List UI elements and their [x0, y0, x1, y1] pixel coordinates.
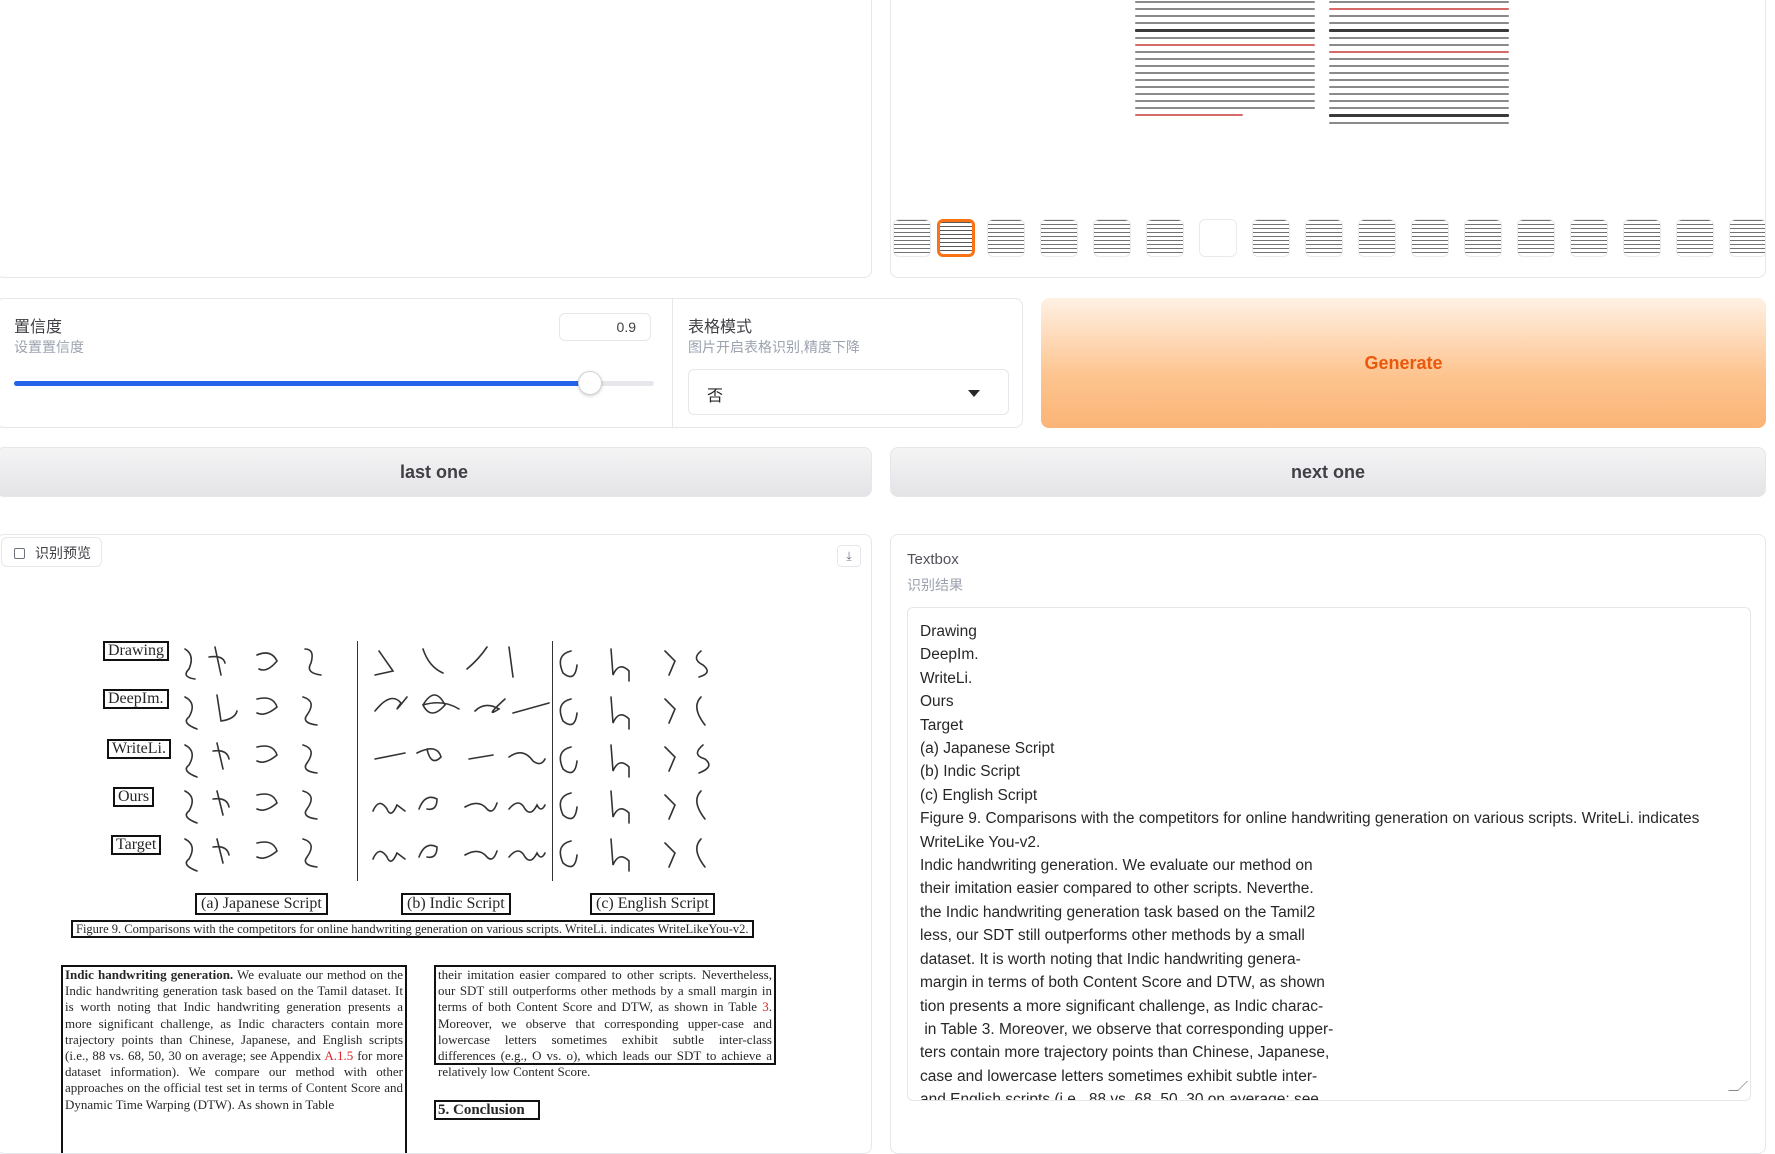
row-label-target: Target [111, 835, 162, 855]
row-label-deepim: DeepIm. [103, 689, 169, 709]
paragraph-reference: A.1.5 [324, 1048, 354, 1064]
preview-tag-label: 识别预览 [35, 545, 91, 561]
next-one-button[interactable]: next one [890, 447, 1766, 497]
image-upload-panel[interactable] [0, 0, 872, 278]
thumbnail[interactable] [1146, 219, 1184, 257]
thumbnail[interactable] [1729, 219, 1765, 257]
confidence-control: 置信度 设置置信度 0.9 [0, 299, 673, 427]
row-label-writeli: WriteLi. [107, 739, 171, 759]
slider-thumb[interactable] [578, 371, 602, 395]
thumbnail[interactable] [1358, 219, 1396, 257]
script-label-japanese: (a) Japanese Script [195, 893, 328, 915]
thumbnail[interactable] [1040, 219, 1078, 257]
left-paragraph: Indic handwriting generation. We evaluat… [61, 965, 407, 1153]
table-mode-dropdown[interactable]: 否 [688, 369, 1009, 415]
textbox-panel: Textbox 识别结果 Drawing DeepIm. WriteLi. Ou… [890, 534, 1766, 1154]
last-one-button[interactable]: last one [0, 447, 872, 497]
download-icon[interactable]: ⤓ [837, 545, 861, 567]
paragraph-title: Indic handwriting generation. [65, 967, 234, 982]
slider-fill [14, 381, 590, 386]
confidence-number-input[interactable]: 0.9 [559, 313, 651, 341]
page-gallery[interactable] [890, 0, 1766, 278]
textbox-label: Textbox [907, 551, 959, 568]
image-icon [14, 548, 25, 559]
figure-caption: Figure 9. Comparisons with the competito… [71, 920, 754, 938]
table-mode-value: 否 [707, 388, 724, 405]
generate-button[interactable]: Generate [1041, 298, 1766, 428]
thumbnail[interactable] [987, 219, 1025, 257]
thumbnail-strip [891, 215, 1765, 263]
textbox-sublabel: 识别结果 [907, 577, 963, 593]
row-label-ours: Ours [113, 787, 155, 807]
preview-tag: 识别预览 [1, 537, 102, 567]
thumbnail[interactable] [893, 219, 931, 257]
thumbnail[interactable] [1199, 219, 1237, 257]
handwriting-samples [184, 646, 710, 872]
conclusion-heading: 5. Conclusion [434, 1100, 540, 1120]
confidence-sublabel: 设置置信度 [14, 339, 84, 355]
handwriting-figure: Drawing DeepIm. WriteLi. Ours Target (a)… [65, 641, 775, 941]
settings-panel: 置信度 设置置信度 0.9 表格模式 图片开启表格识别,精度下降 否 [0, 298, 1023, 428]
thumbnail[interactable] [1464, 219, 1502, 257]
paragraph-text: their imitation easier compared to other… [438, 967, 772, 1015]
thumbnail[interactable] [1517, 219, 1555, 257]
thumbnail[interactable] [1252, 219, 1290, 257]
row-label-drawing: Drawing [103, 641, 169, 661]
recognition-preview-panel: 识别预览 ⤓ Drawing DeepIm. WriteLi. Ours Tar… [0, 534, 872, 1154]
table-mode-label: 表格模式 [688, 319, 753, 336]
result-textarea[interactable]: Drawing DeepIm. WriteLi. Ours Target (a)… [907, 607, 1751, 1101]
script-label-indic: (b) Indic Script [401, 893, 511, 915]
thumbnail-selected[interactable] [937, 219, 975, 257]
thumbnail[interactable] [1411, 219, 1449, 257]
thumbnail[interactable] [1623, 219, 1661, 257]
table-mode-sublabel: 图片开启表格识别,精度下降 [688, 339, 860, 355]
chevron-down-icon [968, 390, 980, 397]
confidence-slider[interactable] [14, 371, 654, 395]
thumbnail[interactable] [1093, 219, 1131, 257]
right-paragraph: their imitation easier compared to other… [434, 965, 776, 1079]
script-label-english: (c) English Script [590, 893, 715, 915]
thumbnail[interactable] [1305, 219, 1343, 257]
document-preview-image [1135, 1, 1515, 147]
thumbnail[interactable] [1570, 219, 1608, 257]
confidence-label: 置信度 [14, 319, 63, 336]
thumbnail[interactable] [1676, 219, 1714, 257]
